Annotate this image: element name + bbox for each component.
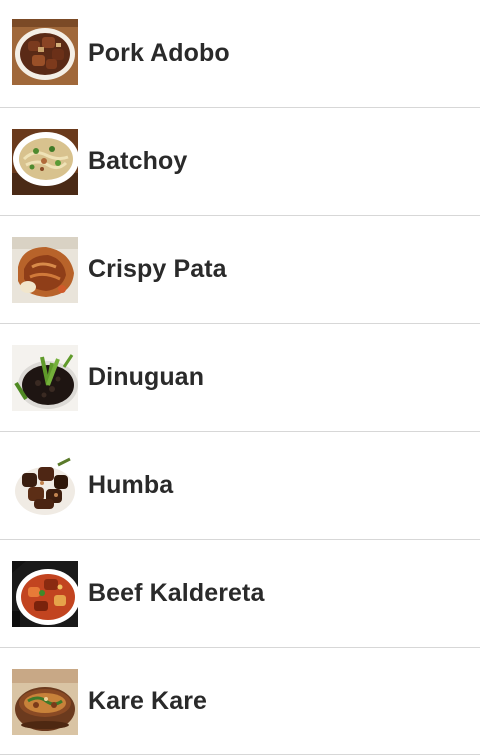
- beef-kaldereta-image: [12, 561, 78, 627]
- kare-kare-image: [12, 669, 78, 735]
- dish-name: Humba: [88, 471, 174, 499]
- crispy-pata-image: [12, 237, 78, 303]
- dish-name: Pork Adobo: [88, 39, 230, 67]
- humba-image: [12, 453, 78, 519]
- pork-adobo-image: [12, 19, 78, 85]
- dish-name: Crispy Pata: [88, 255, 227, 283]
- list-item-humba[interactable]: Humba: [0, 432, 480, 540]
- dish-list: Pork Adobo Batchoy Crispy Pata Dinuguan …: [0, 0, 480, 755]
- dinuguan-image: [12, 345, 78, 411]
- batchoy-image: [12, 129, 78, 195]
- dish-name: Batchoy: [88, 147, 188, 175]
- dish-name: Dinuguan: [88, 363, 205, 391]
- dish-name: Beef Kaldereta: [88, 579, 265, 607]
- list-item-kare-kare[interactable]: Kare Kare: [0, 648, 480, 755]
- list-item-pork-adobo[interactable]: Pork Adobo: [0, 0, 480, 108]
- list-item-dinuguan[interactable]: Dinuguan: [0, 324, 480, 432]
- dish-name: Kare Kare: [88, 686, 208, 715]
- list-item-batchoy[interactable]: Batchoy: [0, 108, 480, 216]
- list-item-beef-kaldereta[interactable]: Beef Kaldereta: [0, 540, 480, 648]
- list-item-crispy-pata[interactable]: Crispy Pata: [0, 216, 480, 324]
